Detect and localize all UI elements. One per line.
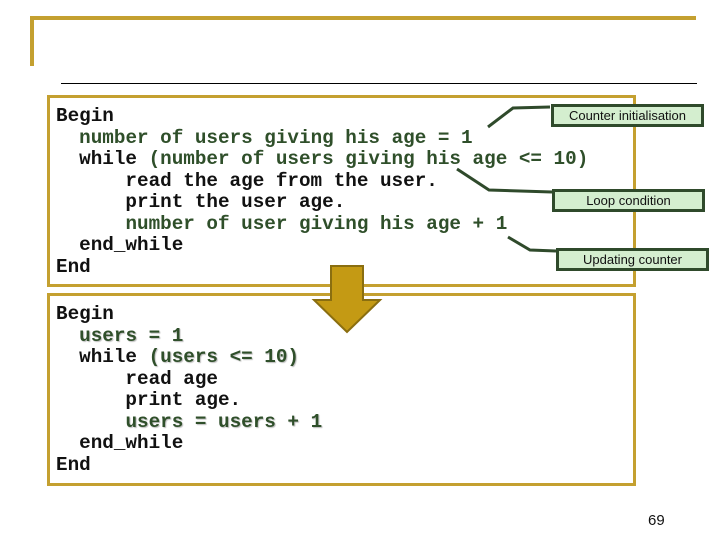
code-line: read age: [56, 367, 322, 391]
code-text: Begin: [56, 105, 114, 127]
code-line: print the user age.: [56, 191, 588, 214]
code-line: print age.: [56, 389, 322, 412]
code-text: print age.: [56, 389, 242, 411]
code-line: End: [56, 255, 588, 279]
code-text: while: [56, 346, 149, 368]
code-line: read the age from the user.: [56, 169, 588, 193]
code-line: end_while: [56, 234, 588, 257]
code-line: Begin: [56, 105, 588, 128]
code-line: number of user giving his age + 1: [56, 212, 588, 236]
counter-update-text: number of user giving his age + 1: [125, 212, 508, 235]
code-text: End: [56, 453, 91, 476]
code-text: end_while: [56, 432, 184, 454]
callout-updating-counter: Updating counter: [556, 248, 709, 271]
callout-loop-condition: Loop condition: [552, 189, 705, 212]
code-line: End: [56, 453, 322, 477]
pseudocode-verbose-box: Begin number of users giving his age = 1…: [47, 95, 636, 287]
title-frame-top: [30, 16, 696, 20]
code-line: Begin: [56, 303, 322, 326]
code-text: read age: [56, 367, 218, 390]
pseudocode-concise-box: Begin users = 1 while (users <= 10) read…: [47, 293, 636, 486]
loop-condition-text: (number of users giving his age <= 10): [148, 148, 589, 170]
pseudocode-concise: Begin users = 1 while (users <= 10) read…: [56, 303, 323, 477]
code-text: read the age from the user.: [56, 169, 438, 192]
code-text: print the user age.: [56, 191, 346, 213]
title-underline: [61, 83, 697, 84]
code-line: while (users <= 10): [56, 346, 322, 369]
title-frame-left: [30, 16, 34, 66]
code-line: users = users + 1: [56, 410, 323, 434]
code-line: users = 1: [56, 324, 322, 348]
code-text: End: [56, 255, 91, 278]
code-line: end_while: [56, 432, 322, 455]
pseudocode-verbose: Begin number of users giving his age = 1…: [56, 105, 589, 279]
code-line: number of users giving his age = 1: [56, 126, 588, 150]
page-number: 69: [648, 512, 665, 529]
code-line: while (number of users giving his age <=…: [56, 148, 589, 171]
counter-init-text: number of users giving his age = 1: [79, 126, 473, 149]
loop-condition-text: (users <= 10): [148, 346, 299, 368]
counter-init-text: users = 1: [79, 324, 184, 347]
callout-counter-initialisation: Counter initialisation: [551, 104, 704, 127]
code-text: Begin: [56, 303, 114, 325]
counter-update-text: users = users + 1: [125, 410, 323, 433]
code-text: end_while: [56, 234, 184, 256]
code-text: while: [56, 148, 149, 170]
